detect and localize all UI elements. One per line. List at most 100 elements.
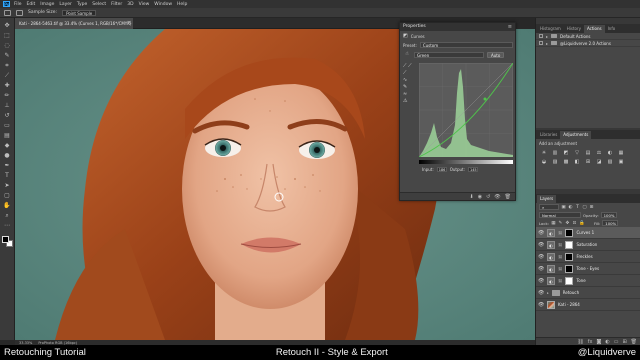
color-swatches[interactable]: [1, 236, 13, 247]
view-previous-icon[interactable]: ◉: [478, 194, 482, 200]
expand-icon[interactable]: ▸: [546, 34, 548, 39]
action-set-liquidverve[interactable]: ▸ @Liquidverve 2.0 Actions: [536, 40, 640, 47]
filter-smart-icon[interactable]: ⊞: [589, 205, 594, 210]
delete-icon[interactable]: 🗑: [505, 194, 511, 200]
add-mask-icon[interactable]: ◙: [596, 339, 601, 345]
tab-layers[interactable]: Layers: [537, 195, 557, 203]
adjustment-icon[interactable]: ◪: [595, 159, 603, 165]
target-adjust-icon[interactable]: ☝: [403, 51, 411, 58]
adjustment-icon[interactable]: ▧: [606, 159, 614, 165]
reset-icon[interactable]: ↺: [486, 194, 490, 200]
output-value[interactable]: 145: [467, 167, 478, 172]
menu-image[interactable]: Image: [40, 2, 54, 7]
menu-select[interactable]: Select: [92, 2, 106, 7]
tab-actions[interactable]: Actions: [583, 25, 605, 33]
menu-filter[interactable]: Filter: [111, 2, 122, 7]
menu-file[interactable]: File: [14, 2, 22, 7]
action-set-default[interactable]: ▸ Default Actions: [536, 33, 640, 40]
layer-mask-thumbnail[interactable]: [565, 252, 574, 261]
move-tool-icon[interactable]: ✥: [3, 22, 12, 30]
adjustment-icon[interactable]: ▽: [573, 150, 581, 156]
link-layers-icon[interactable]: ⛓: [577, 339, 583, 345]
blur-tool-icon[interactable]: ◆: [3, 142, 12, 150]
layer-mask-thumbnail[interactable]: [565, 228, 574, 237]
eyedropper-black-icon[interactable]: ⟋: [403, 63, 407, 69]
eyedropper-white-icon[interactable]: ⟋: [403, 70, 407, 76]
opacity-input[interactable]: 100%: [600, 212, 617, 218]
tab-libraries[interactable]: Libraries: [537, 131, 560, 139]
adjustment-icon[interactable]: ▨: [551, 159, 559, 165]
menu-type[interactable]: Type: [77, 2, 87, 7]
eyedropper-gray-icon[interactable]: ⟋: [408, 63, 412, 69]
lock-transparent-icon[interactable]: ▦: [551, 221, 556, 226]
visibility-eye-icon[interactable]: 👁: [538, 230, 544, 236]
expand-icon[interactable]: ▸: [546, 41, 548, 46]
menu-window[interactable]: Window: [154, 2, 172, 7]
visibility-eye-icon[interactable]: 👁: [538, 242, 544, 248]
fill-input[interactable]: 100%: [602, 220, 619, 226]
gradient-tool-icon[interactable]: ▤: [3, 132, 12, 140]
zoom-tool-icon[interactable]: ⌕: [3, 212, 12, 220]
menu-edit[interactable]: Edit: [27, 2, 36, 7]
curves-graph[interactable]: [419, 63, 513, 157]
shape-tool-icon[interactable]: ▢: [3, 192, 12, 200]
new-adjustment-icon[interactable]: ◐: [605, 339, 609, 345]
brush-tool-icon[interactable]: ✏: [3, 92, 12, 100]
lock-position-icon[interactable]: ✥: [565, 221, 570, 226]
dodge-tool-icon[interactable]: ●: [3, 152, 12, 160]
layer-row[interactable]: 👁 ◐ ⛓ Tone: [536, 275, 640, 287]
preset-select[interactable]: Custom: [419, 42, 513, 48]
panel-menu-icon[interactable]: ≡: [508, 23, 512, 31]
tab-info[interactable]: Info: [605, 25, 619, 33]
filter-shape-icon[interactable]: ▢: [582, 205, 587, 210]
action-checkbox[interactable]: [539, 41, 543, 45]
crop-tool-icon[interactable]: ⌗: [3, 62, 12, 70]
tab-adjustments[interactable]: Adjustments: [560, 131, 592, 139]
quick-select-tool-icon[interactable]: ✎: [3, 52, 12, 60]
filter-pixel-icon[interactable]: ▣: [561, 205, 566, 210]
visibility-eye-icon[interactable]: 👁: [538, 266, 544, 272]
stamp-tool-icon[interactable]: ⊥: [3, 102, 12, 110]
eyedropper-tool-icon[interactable]: [16, 9, 23, 16]
hand-tool-icon[interactable]: ✋: [3, 202, 12, 210]
document-tab[interactable]: Kati - 2864-5463.tif @ 33.4% (Curves 1, …: [15, 18, 133, 29]
layer-mask-thumbnail[interactable]: [565, 276, 574, 285]
properties-title-bar[interactable]: Properties ≡: [400, 23, 515, 31]
adjustment-icon[interactable]: ▩: [562, 159, 570, 165]
menu-3d[interactable]: 3D: [127, 2, 133, 7]
link-icon[interactable]: ⛓: [558, 231, 562, 235]
filter-adjustment-icon[interactable]: ◐: [568, 205, 573, 210]
eraser-tool-icon[interactable]: ▭: [3, 122, 12, 130]
lock-all-icon[interactable]: 🔒: [579, 221, 585, 226]
close-icon[interactable]: ×: [127, 18, 131, 29]
home-icon[interactable]: [4, 9, 11, 16]
pen-tool-icon[interactable]: ✒: [3, 162, 12, 170]
tab-histogram[interactable]: Histogram: [537, 25, 564, 33]
auto-button[interactable]: Auto: [487, 51, 505, 58]
curve-point-icon[interactable]: ∿: [403, 77, 407, 83]
adjustment-icon[interactable]: ◧: [573, 159, 581, 165]
adjustment-icon[interactable]: ◒: [540, 159, 548, 165]
menu-layer[interactable]: Layer: [59, 2, 72, 7]
curve-pencil-icon[interactable]: ✎: [403, 84, 407, 90]
menu-view[interactable]: View: [139, 2, 150, 7]
type-tool-icon[interactable]: T: [3, 172, 12, 180]
action-checkbox[interactable]: [539, 34, 543, 38]
sample-size-select[interactable]: Point Sample: [62, 9, 97, 16]
clipping-icon[interactable]: ⚠: [403, 98, 407, 104]
new-group-icon[interactable]: ▭: [614, 339, 619, 345]
curve-control-point[interactable]: [483, 97, 487, 101]
toggle-visibility-icon[interactable]: 👁: [494, 194, 500, 200]
delete-layer-icon[interactable]: 🗑: [631, 339, 637, 345]
zoom-level[interactable]: 33.33%: [19, 341, 32, 345]
visibility-eye-icon[interactable]: 👁: [538, 278, 544, 284]
layer-row[interactable]: 👁 ◐ ⛓ Curves 1: [536, 227, 640, 239]
layer-style-icon[interactable]: fx: [588, 339, 593, 345]
adjustment-icon[interactable]: ▤: [584, 150, 592, 156]
visibility-eye-icon[interactable]: 👁: [538, 254, 544, 260]
lock-image-icon[interactable]: ✎: [558, 221, 563, 226]
lock-artboard-icon[interactable]: ⊡: [572, 221, 577, 226]
expand-icon[interactable]: ▸: [547, 291, 549, 295]
channel-select[interactable]: Green: [414, 51, 484, 58]
link-icon[interactable]: ⛓: [558, 243, 562, 247]
